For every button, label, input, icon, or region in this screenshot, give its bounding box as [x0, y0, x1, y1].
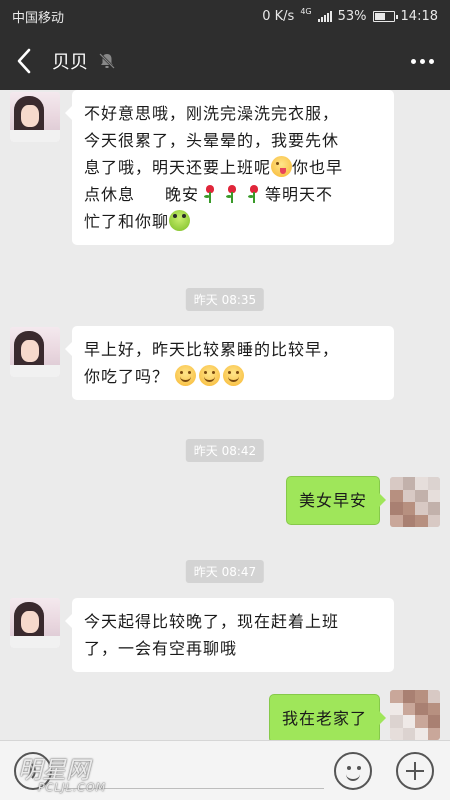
avatar-pixel — [402, 727, 415, 740]
avatar-pixel — [390, 477, 403, 490]
message-line: 忙了和你聊 — [84, 208, 382, 235]
timestamp: 昨天 08:35 — [185, 288, 265, 311]
avatar-pixel — [402, 715, 415, 728]
timestamp: 昨天 08:47 — [185, 560, 265, 583]
network-type: 4G — [300, 7, 312, 16]
incoming-message-bubble[interactable]: 早上好，昨天比较累睡的比较早， 你吃了吗？ — [65, 326, 394, 400]
avatar-pixel — [415, 715, 428, 728]
avatar-pixel — [402, 514, 415, 527]
smile-emoji-icon — [223, 365, 245, 386]
carrier-label: 中国移动 — [12, 10, 65, 26]
avatar-pixel — [402, 502, 415, 515]
message-text: 等明天不 — [265, 185, 334, 204]
incoming-message-bubble[interactable]: 不好意思哦，刚洗完澡洗完衣服， 今天很累了，头晕晕的，我要先休 息了哦，明天还要… — [65, 90, 394, 245]
avatar-pixel — [415, 690, 428, 703]
message-line: 今天起得比较晚了，现在赶着上班 — [84, 612, 340, 631]
rose-icon — [203, 184, 217, 204]
contact-avatar[interactable] — [10, 92, 60, 142]
battery-percent: 53% — [337, 8, 367, 24]
avatar-pixel — [427, 502, 440, 515]
avatar-pixel — [390, 702, 403, 715]
plus-icon[interactable] — [396, 752, 434, 790]
self-avatar[interactable] — [390, 477, 440, 527]
message-line: 早上好，昨天比较累睡的比较早， — [84, 340, 340, 359]
wink-emoji-icon — [271, 156, 293, 177]
message-text: 忙了和你聊 — [84, 212, 170, 231]
more-icon[interactable] — [394, 32, 450, 90]
message-text: 点休息 — [84, 185, 136, 204]
avatar-pixel — [390, 690, 403, 703]
self-avatar[interactable] — [390, 690, 440, 740]
avatar-pixel — [402, 690, 415, 703]
avatar-pixel — [415, 477, 428, 490]
avatar-pixel — [415, 502, 428, 515]
outgoing-message-bubble[interactable]: 我在老家了 — [268, 694, 387, 740]
back-arrow-icon[interactable] — [0, 32, 48, 90]
net-speed: 0 K/s — [262, 8, 295, 24]
frog-emoji-icon — [169, 210, 191, 231]
message-text: 我在老家了 — [281, 709, 367, 728]
contact-avatar[interactable] — [10, 598, 60, 648]
message-text: 你也早 — [292, 158, 344, 177]
avatar-pixel — [390, 514, 403, 527]
outgoing-message-bubble[interactable]: 美女早安 — [285, 476, 387, 525]
avatar-pixel — [427, 477, 440, 490]
message-text: 晚安 — [165, 185, 200, 204]
battery-icon — [372, 10, 398, 22]
message-line: 今天很累了，头晕晕的，我要先休 — [84, 131, 340, 150]
avatar-pixel — [402, 489, 415, 502]
watermark: 明星网 PCLJL.COM — [18, 750, 106, 794]
message-text: 美女早安 — [298, 491, 367, 510]
message-line: 息了哦，明天还要上班呢 你也早 — [84, 154, 382, 181]
mute-bell-icon — [98, 52, 116, 70]
signal-icon — [317, 10, 332, 22]
avatar-pixel — [427, 514, 440, 527]
avatar-pixel — [427, 690, 440, 703]
smile-emoji-icon — [199, 365, 221, 386]
message-line: 点休息 晚安 等明天不 — [84, 181, 382, 208]
avatar-pixel — [427, 715, 440, 728]
chat-header: 贝贝 — [0, 32, 450, 90]
clock: 14:18 — [400, 8, 438, 24]
avatar-pixel — [415, 702, 428, 715]
message-line: 不好意思哦，刚洗完澡洗完衣服， — [84, 104, 340, 123]
timestamp: 昨天 08:42 — [185, 439, 265, 462]
watermark-main: 明星网 — [18, 756, 90, 784]
avatar-pixel — [390, 715, 403, 728]
message-line: 了，一会有空再聊哦 — [84, 639, 238, 658]
avatar-pixel — [415, 727, 428, 740]
avatar-pixel — [390, 502, 403, 515]
contact-avatar[interactable] — [10, 327, 60, 377]
avatar-pixel — [390, 727, 403, 740]
status-bar: 中国移动 0 K/s 4G 53% 14:18 — [0, 0, 450, 32]
message-text: 息了哦，明天还要上班呢 — [84, 158, 272, 177]
avatar-pixel — [402, 702, 415, 715]
incoming-message-bubble[interactable]: 今天起得比较晚了，现在赶着上班 了，一会有空再聊哦 — [65, 598, 394, 672]
status-right: 0 K/s 4G 53% 14:18 — [262, 7, 438, 24]
emoji-icon[interactable] — [334, 752, 372, 790]
avatar-pixel — [415, 489, 428, 502]
avatar-pixel — [427, 489, 440, 502]
message-line: 你吃了吗？ — [84, 363, 382, 390]
rose-icon — [247, 184, 261, 204]
message-text: 你吃了吗？ — [84, 367, 170, 386]
chat-title: 贝贝 — [52, 52, 88, 73]
avatar-pixel — [390, 489, 403, 502]
avatar-pixel — [402, 477, 415, 490]
avatar-pixel — [415, 514, 428, 527]
chat-area[interactable]: 不好意思哦，刚洗完澡洗完衣服， 今天很累了，头晕晕的，我要先休 息了哦，明天还要… — [0, 90, 450, 740]
smile-emoji-icon — [175, 365, 197, 386]
avatar-pixel — [427, 702, 440, 715]
watermark-sub: PCLJL.COM — [38, 781, 107, 794]
rose-icon — [225, 184, 239, 204]
avatar-pixel — [427, 727, 440, 740]
